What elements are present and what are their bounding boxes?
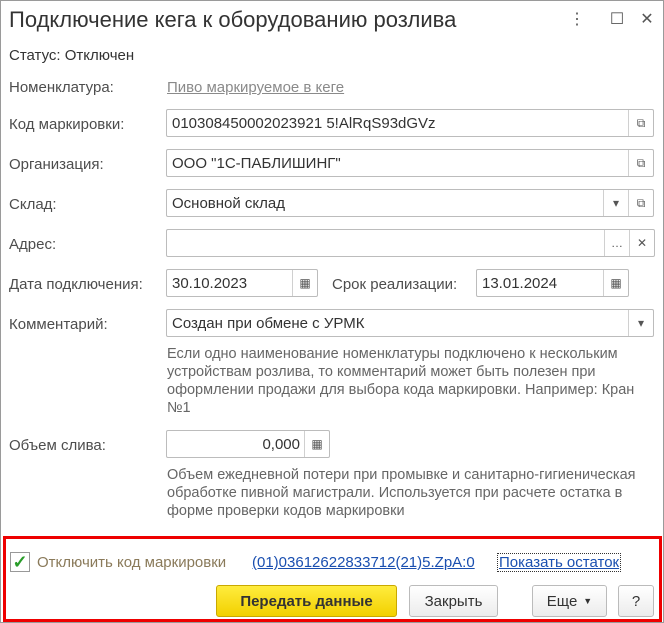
org-label: Организация: <box>9 156 104 173</box>
chevron-down-icon: ▼ <box>583 596 593 606</box>
dialog-window: Подключение кега к оборудованию розлива … <box>0 0 664 623</box>
maximize-icon[interactable]: ☐ <box>607 9 627 29</box>
date-value: 30.10.2023 <box>172 274 248 292</box>
send-data-button[interactable]: Передать данные <box>216 585 397 617</box>
status-text: Статус: Отключен <box>9 47 135 64</box>
window-title: Подключение кега к оборудованию розлива <box>9 7 457 32</box>
select-icon[interactable]: … <box>604 230 629 256</box>
disable-code-checkbox[interactable]: ✓ <box>10 552 30 572</box>
dropdown-icon[interactable]: ▾ <box>603 190 628 216</box>
code-field[interactable]: 010308450002023921 5!AlRqS93dGVz ⧉ <box>166 109 654 137</box>
comment-field[interactable]: Создан при обмене с УРМК ▾ <box>166 309 654 337</box>
nomenclature-link[interactable]: Пиво маркируемое в кеге <box>167 79 344 96</box>
checkbox-label: Отключить код маркировки <box>37 554 227 571</box>
code-value: 010308450002023921 5!AlRqS93dGVz <box>172 114 436 132</box>
calendar-icon[interactable]: ▦ <box>603 270 628 296</box>
nomenclature-label: Номенклатура: <box>9 79 114 96</box>
more-label: Еще <box>546 592 578 610</box>
address-field[interactable]: … ✕ <box>166 229 655 257</box>
open-icon[interactable]: ⧉ <box>628 150 653 176</box>
date-label: Дата подключения: <box>9 276 143 293</box>
show-rest-link[interactable]: Показать остаток <box>497 553 622 572</box>
code-label: Код маркировки: <box>9 116 125 133</box>
volume-value: 0,000 <box>262 435 300 453</box>
warehouse-value: Основной склад <box>172 194 286 212</box>
calculator-icon[interactable]: ▦ <box>304 431 329 457</box>
org-field[interactable]: ООО "1С-ПАБЛИШИНГ" ⧉ <box>166 149 654 177</box>
date-field[interactable]: 30.10.2023 ▦ <box>166 269 318 297</box>
address-label: Адрес: <box>9 236 57 253</box>
help-button[interactable]: ? <box>618 585 654 617</box>
open-icon[interactable]: ⧉ <box>628 110 653 136</box>
org-value: ООО "1С-ПАБЛИШИНГ" <box>172 154 341 172</box>
expiry-field[interactable]: 13.01.2024 ▦ <box>476 269 629 297</box>
comment-value: Создан при обмене с УРМК <box>172 314 365 332</box>
calendar-icon[interactable]: ▦ <box>292 270 317 296</box>
close-button[interactable]: Закрыть <box>409 585 498 617</box>
warehouse-label: Склад: <box>9 196 57 213</box>
more-button[interactable]: Еще ▼ <box>532 585 607 617</box>
close-icon[interactable]: ✕ <box>637 9 657 29</box>
volume-label: Объем слива: <box>9 437 106 454</box>
expiry-value: 13.01.2024 <box>482 274 558 292</box>
open-icon[interactable]: ⧉ <box>628 190 653 216</box>
volume-hint: Объем ежедневной потери при промывке и с… <box>167 467 636 519</box>
code-link[interactable]: (01)03612622833712(21)5.ZpA:0 <box>252 554 475 571</box>
dropdown-icon[interactable]: ▾ <box>628 310 653 336</box>
volume-field[interactable]: 0,000 ▦ <box>166 430 330 458</box>
expiry-label: Срок реализации: <box>332 276 458 293</box>
warehouse-field[interactable]: Основной склад ▾ ⧉ <box>166 189 654 217</box>
comment-label: Комментарий: <box>9 316 108 333</box>
clear-icon[interactable]: ✕ <box>629 230 654 256</box>
more-menu-icon[interactable]: ⋮ <box>567 9 587 29</box>
comment-hint: Если одно наименование номенклатуры подк… <box>167 346 635 416</box>
